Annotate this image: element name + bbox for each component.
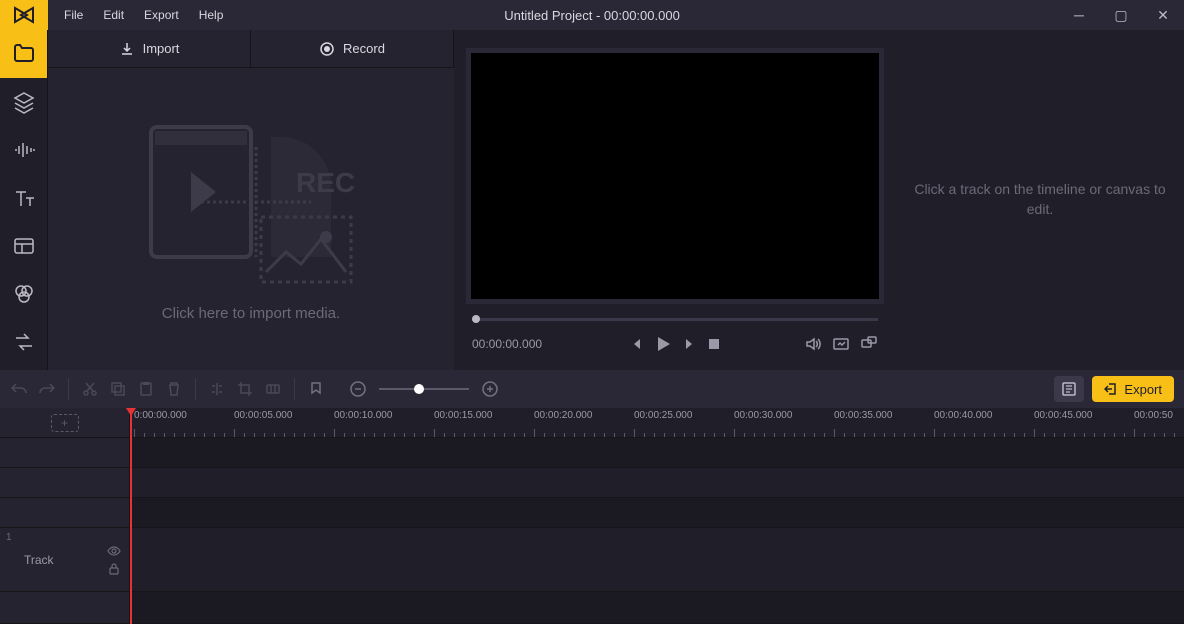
ruler-label: 00:00:35.000 — [834, 410, 892, 421]
rail-filters[interactable] — [0, 270, 47, 318]
time-ruler[interactable]: 0:00:00.000 00:00:05.000 00:00:10.000 00:00… — [130, 408, 1184, 437]
prev-frame-button[interactable] — [628, 336, 644, 352]
export-icon — [1104, 382, 1118, 396]
window-title: Untitled Project - 00:00:00.000 — [504, 8, 680, 23]
preview-panel: 00:00:00.000 — [454, 30, 896, 370]
timeline-toolbar: Export — [0, 370, 1184, 408]
export-label: Export — [1124, 382, 1162, 397]
import-icon — [119, 41, 135, 57]
media-placeholder-icon: REC — [141, 117, 361, 287]
record-icon — [319, 41, 335, 57]
left-rail — [0, 30, 48, 370]
track-name: Track — [24, 553, 54, 567]
rail-layers[interactable] — [0, 78, 47, 126]
crop-button[interactable] — [236, 380, 254, 398]
ruler-label: 00:00:20.000 — [534, 410, 592, 421]
add-track-button[interactable]: + — [51, 414, 79, 432]
ruler-label: 00:00:25.000 — [634, 410, 692, 421]
zoom-slider[interactable] — [379, 388, 469, 390]
ruler-label: 00:00:50 — [1134, 410, 1173, 421]
menu-export[interactable]: Export — [136, 4, 187, 26]
zoom-in-button[interactable] — [481, 380, 499, 398]
undo-button[interactable] — [10, 380, 28, 398]
ruler-label: 00:00:40.000 — [934, 410, 992, 421]
rail-text[interactable] — [0, 174, 47, 222]
timeline: + 0:00:00.000 00:00:05.000 00:00:10.000 00:… — [0, 408, 1184, 624]
app-logo — [0, 0, 48, 30]
import-tab[interactable]: Import — [48, 30, 251, 67]
preview-time: 00:00:00.000 — [472, 337, 542, 351]
ruler-label: 0:00:00.000 — [134, 410, 187, 421]
record-label: Record — [343, 41, 385, 56]
import-label: Import — [143, 41, 180, 56]
seek-slider[interactable] — [472, 318, 878, 321]
menu-file[interactable]: File — [56, 4, 91, 26]
delete-button[interactable] — [165, 380, 183, 398]
export-button[interactable]: Export — [1092, 376, 1174, 402]
titlebar: File Edit Export Help Untitled Project -… — [0, 0, 1184, 30]
track-number: 1 — [6, 532, 12, 543]
next-frame-button[interactable] — [682, 336, 698, 352]
lock-icon[interactable] — [107, 562, 121, 576]
paste-button[interactable] — [137, 380, 155, 398]
detach-button[interactable] — [860, 335, 878, 353]
rail-media[interactable] — [0, 30, 47, 78]
rail-transitions[interactable] — [0, 318, 47, 366]
visibility-icon[interactable] — [107, 544, 121, 558]
cut-button[interactable] — [81, 380, 99, 398]
render-preview-button[interactable] — [1054, 376, 1084, 402]
ruler-label: 00:00:10.000 — [334, 410, 392, 421]
maximize-button[interactable]: ▢ — [1100, 0, 1142, 30]
ruler-label: 00:00:15.000 — [434, 410, 492, 421]
play-button[interactable] — [652, 333, 674, 355]
preview-canvas[interactable] — [471, 53, 879, 299]
media-panel: Import Record REC Click here to import m… — [48, 30, 454, 370]
ruler-label: 00:00:45.000 — [1034, 410, 1092, 421]
properties-panel: Click a track on the timeline or canvas … — [896, 30, 1184, 370]
track-lane[interactable] — [130, 498, 1184, 527]
menu-edit[interactable]: Edit — [95, 4, 132, 26]
properties-hint: Click a track on the timeline or canvas … — [914, 180, 1166, 219]
menu-help[interactable]: Help — [191, 4, 232, 26]
record-tab[interactable]: Record — [251, 30, 454, 67]
close-button[interactable]: ✕ — [1142, 0, 1184, 30]
minimize-button[interactable]: ─ — [1058, 0, 1100, 30]
ruler-label: 00:00:05.000 — [234, 410, 292, 421]
playhead[interactable] — [130, 408, 132, 624]
speed-button[interactable] — [264, 380, 282, 398]
zoom-out-button[interactable] — [349, 380, 367, 398]
media-dropzone[interactable]: REC Click here to import media. — [48, 68, 454, 370]
track-lane[interactable] — [130, 468, 1184, 497]
redo-button[interactable] — [38, 380, 56, 398]
preview-frame — [466, 48, 884, 304]
ruler-label: 00:00:30.000 — [734, 410, 792, 421]
split-button[interactable] — [208, 380, 226, 398]
snapshot-button[interactable] — [832, 335, 850, 353]
copy-button[interactable] — [109, 380, 127, 398]
track-lane[interactable] — [130, 528, 1184, 591]
volume-button[interactable] — [804, 335, 822, 353]
svg-text:REC: REC — [296, 167, 355, 198]
rail-audio[interactable] — [0, 126, 47, 174]
stop-button[interactable] — [706, 336, 722, 352]
marker-button[interactable] — [307, 380, 325, 398]
media-hint: Click here to import media. — [162, 305, 340, 322]
track-lane[interactable] — [130, 438, 1184, 467]
track-lane[interactable] — [130, 592, 1184, 623]
rail-templates[interactable] — [0, 222, 47, 270]
